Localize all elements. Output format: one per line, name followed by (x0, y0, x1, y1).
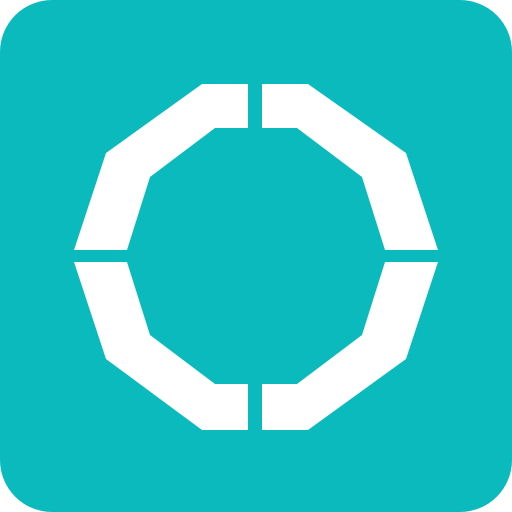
decagon-ring-icon (0, 0, 512, 512)
app-icon (0, 0, 512, 512)
icon-background (0, 0, 512, 512)
